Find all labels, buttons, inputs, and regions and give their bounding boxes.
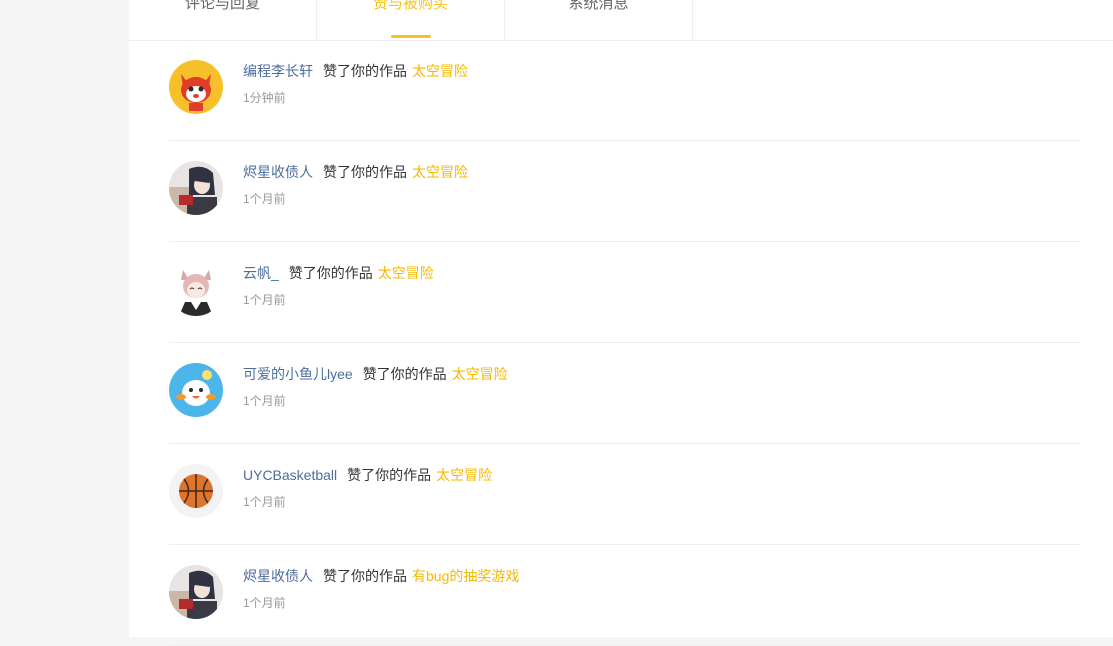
timestamp: 1个月前 xyxy=(243,495,286,509)
notification-text: 编程李长轩 赞了你的作品 太空冒险 xyxy=(243,61,468,81)
list-item: 编程李长轩 赞了你的作品 太空冒险 1分钟前 xyxy=(169,40,1080,141)
notification-text: UYCBasketball 赞了你的作品 太空冒险 xyxy=(243,465,492,485)
notification-text: 烬星收债人 赞了你的作品 有bug的抽奖游戏 xyxy=(243,566,519,586)
action-text: 赞了你的作品 xyxy=(323,164,407,180)
username-link[interactable]: 云帆_ xyxy=(243,265,279,281)
notification-text: 可爱的小鱼儿lyee 赞了你的作品 太空冒险 xyxy=(243,364,508,384)
tab-comments-replies[interactable]: 评论与回复 xyxy=(129,0,317,40)
action-text: 赞了你的作品 xyxy=(347,467,432,483)
list-item: 可爱的小鱼儿lyee 赞了你的作品 太空冒险 1个月前 xyxy=(169,343,1080,444)
action-text: 赞了你的作品 xyxy=(323,568,407,584)
action-text: 赞了你的作品 xyxy=(362,366,447,382)
anime-boy-avatar[interactable] xyxy=(169,565,223,619)
action-text: 赞了你的作品 xyxy=(323,63,407,79)
left-gutter xyxy=(0,0,129,637)
action-text: 赞了你的作品 xyxy=(288,265,373,281)
list-item: 烬星收债人 赞了你的作品 太空冒险 1个月前 xyxy=(169,141,1080,242)
username-link[interactable]: 烬星收债人 xyxy=(243,568,313,584)
timestamp: 1个月前 xyxy=(243,293,286,307)
list-item: 烬星收债人 赞了你的作品 有bug的抽奖游戏 1个月前 xyxy=(169,545,1080,646)
work-link[interactable]: 有bug的抽奖游戏 xyxy=(412,568,519,584)
username-link[interactable]: 烬星收债人 xyxy=(243,164,313,180)
timestamp: 1个月前 xyxy=(243,394,286,408)
tab-system-messages[interactable]: 系统消息 xyxy=(505,0,693,40)
anime-boy-avatar[interactable] xyxy=(169,161,223,215)
tab-bar: 评论与回复 赞与被购买 系统消息 xyxy=(129,0,1113,41)
cat-ear-boy-avatar[interactable] xyxy=(169,262,223,316)
active-tab-indicator xyxy=(391,35,431,38)
tab-likes-purchases[interactable]: 赞与被购买 xyxy=(317,0,505,40)
timestamp: 1个月前 xyxy=(243,596,286,610)
timestamp: 1分钟前 xyxy=(243,91,286,105)
work-link[interactable]: 太空冒险 xyxy=(452,366,508,382)
work-link[interactable]: 太空冒险 xyxy=(436,467,492,483)
timestamp: 1个月前 xyxy=(243,192,286,206)
username-link[interactable]: 编程李长轩 xyxy=(243,63,313,79)
list-item: 云帆_ 赞了你的作品 太空冒险 1个月前 xyxy=(169,242,1080,343)
notification-list: 编程李长轩赞了你的作品太空冒险 1分钟前 烬星收债人赞了你的作品太空冒险 xyxy=(169,40,1080,646)
username-link[interactable]: UYCBasketball xyxy=(243,467,337,483)
work-link[interactable]: 太空冒险 xyxy=(412,63,468,79)
notification-text: 烬星收债人 赞了你的作品 太空冒险 xyxy=(243,162,468,182)
fox-mascot-avatar[interactable] xyxy=(169,60,223,114)
work-link[interactable]: 太空冒险 xyxy=(412,164,468,180)
username-link[interactable]: 可爱的小鱼儿lyee xyxy=(243,366,353,382)
work-link[interactable]: 太空冒险 xyxy=(378,265,434,281)
notification-panel: 评论与回复 赞与被购买 系统消息 编程李长轩赞了你的作品 太空冒险 1分钟前 烬… xyxy=(129,0,1113,646)
basketball-avatar[interactable] xyxy=(169,464,223,518)
list-item: UYCBasketball 赞了你的作品 太空冒险 1个月前 xyxy=(169,444,1080,545)
notification-text: 云帆_ 赞了你的作品 太空冒险 xyxy=(243,263,434,283)
blue-mascot-avatar[interactable] xyxy=(169,363,223,417)
